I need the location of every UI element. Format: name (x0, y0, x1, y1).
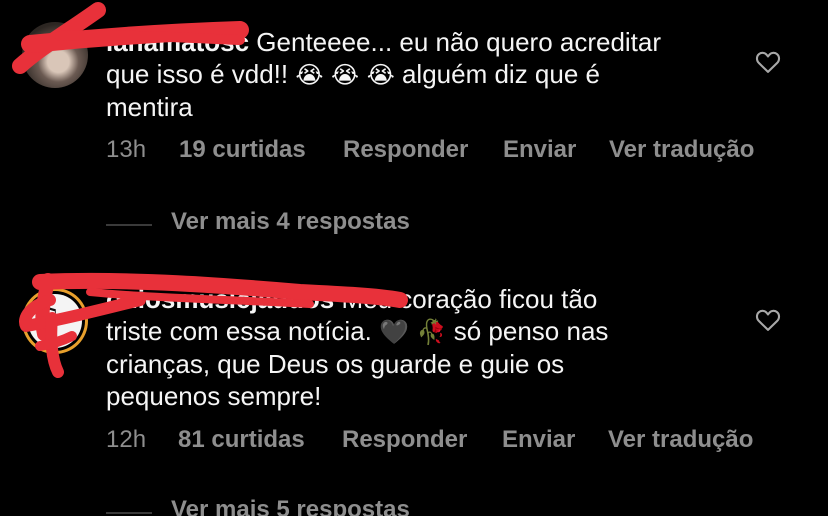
music-logo-icon: ♫ (40, 304, 60, 329)
avatar[interactable]: ♫ (22, 288, 88, 354)
comment-text-line2b: só penso nas (446, 316, 609, 346)
comment-username[interactable]: oniosmusicjaudos (106, 284, 334, 314)
comment-timestamp: 13h (106, 136, 147, 163)
comment-text-line2b: alguém diz que é (394, 59, 600, 89)
comment-text: oniosmusicjaudos Meu coração ficou tão t… (106, 283, 736, 412)
comment-text-line1: Meu coração ficou tão (334, 284, 598, 314)
reply-button[interactable]: Responder (343, 136, 468, 164)
replies-divider (106, 512, 152, 514)
comment-text-line4: pequenos sempre! (106, 381, 322, 411)
send-button[interactable]: Enviar (503, 136, 576, 164)
comment-text-line2a: triste com essa notícia. (106, 316, 380, 346)
likes-count[interactable]: 81 curtidas (178, 426, 305, 454)
heart-icon[interactable] (754, 306, 782, 334)
send-button[interactable]: Enviar (502, 426, 575, 454)
replies-divider (106, 224, 152, 226)
likes-count[interactable]: 19 curtidas (179, 136, 306, 164)
comment-text: lanamatosc Genteeee... eu não quero acre… (106, 26, 736, 123)
comments-page: lanamatosc Genteeee... eu não quero acre… (0, 0, 828, 516)
view-more-replies-label[interactable]: Ver mais 5 respostas (171, 496, 410, 516)
comment-username[interactable]: lanamatosc (106, 27, 249, 57)
reply-button[interactable]: Responder (342, 426, 467, 454)
avatar[interactable] (22, 22, 88, 88)
comment-timestamp: 12h (106, 426, 147, 453)
view-more-replies-label[interactable]: Ver mais 4 respostas (171, 208, 410, 236)
translate-button[interactable]: Ver tradução (609, 136, 754, 164)
translate-button[interactable]: Ver tradução (608, 426, 753, 454)
comment-text-line2a: que isso é vdd!! (106, 59, 296, 89)
comment-text-line1: Genteeee... eu não quero acreditar (249, 27, 662, 57)
crying-emoji: 😭 😭 😭 (295, 61, 395, 89)
heart-rose-emoji: 🖤 🥀 (379, 318, 447, 346)
comment-text-line3: crianças, que Deus os guarde e guie os (106, 349, 565, 379)
heart-icon[interactable] (754, 48, 782, 76)
comment-text-line3: mentira (106, 92, 193, 122)
